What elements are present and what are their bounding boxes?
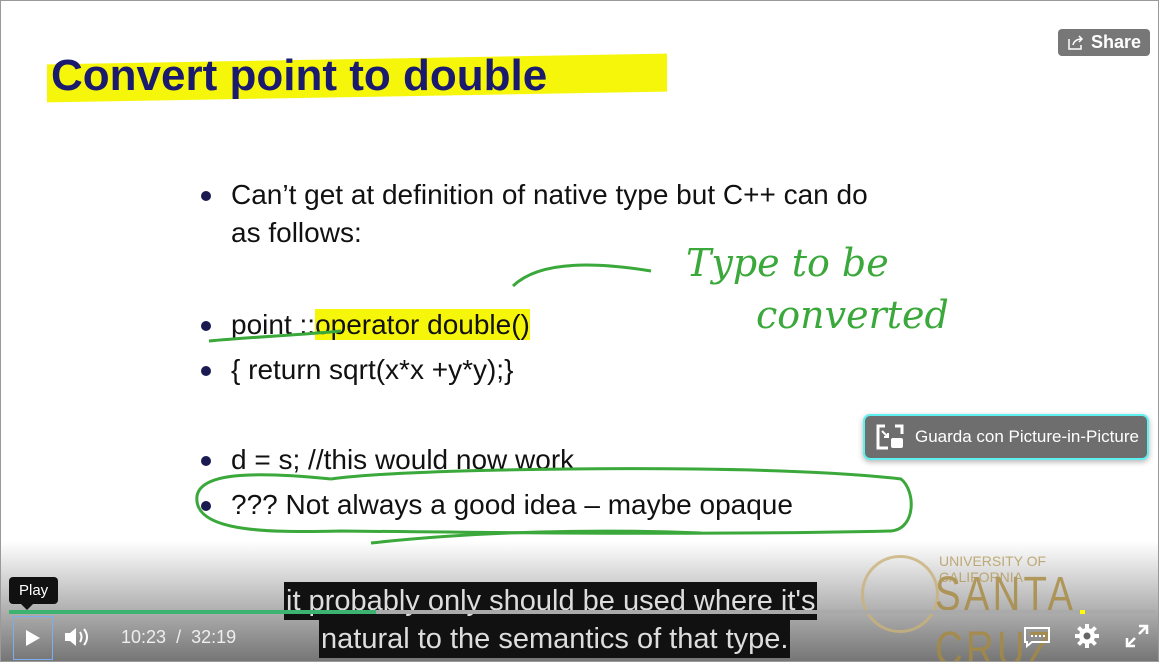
chapter-marker[interactable]: [1080, 610, 1086, 614]
handwritten-note: Type to be: [686, 241, 889, 285]
slide-title: Convert point to double: [47, 51, 667, 103]
volume-icon: [65, 628, 88, 646]
caption-line: natural to the semantics of that type.: [319, 620, 791, 658]
captions-icon: [1024, 627, 1050, 649]
captions-button[interactable]: [1023, 625, 1051, 654]
share-label: Share: [1090, 32, 1142, 52]
gear-icon: [1075, 624, 1099, 648]
share-button[interactable]: Share: [1058, 29, 1150, 56]
caption-line: it probably only should be used where it…: [284, 582, 818, 620]
handwritten-note: converted: [756, 293, 949, 337]
progress-bar[interactable]: [9, 610, 1156, 614]
play-tooltip: Play: [9, 577, 59, 610]
time-display: 10:23 / 32:19: [121, 627, 237, 647]
play-button[interactable]: [13, 616, 53, 660]
settings-button[interactable]: [1074, 623, 1100, 654]
pip-label: Guarda con Picture-in-Picture: [915, 427, 1139, 446]
share-icon: [1068, 34, 1084, 50]
picture-in-picture-icon: [876, 424, 904, 450]
video-player[interactable]: Convert point to double Can’t get at def…: [0, 0, 1159, 662]
duration: 32:19: [191, 627, 237, 647]
current-time: 10:23: [121, 627, 167, 647]
fullscreen-button[interactable]: [1125, 624, 1149, 653]
progress-played: [9, 610, 377, 614]
fullscreen-icon: [1125, 624, 1149, 648]
picture-in-picture-button[interactable]: Guarda con Picture-in-Picture: [863, 414, 1149, 460]
volume-button[interactable]: [63, 625, 91, 654]
play-icon: [26, 630, 40, 646]
